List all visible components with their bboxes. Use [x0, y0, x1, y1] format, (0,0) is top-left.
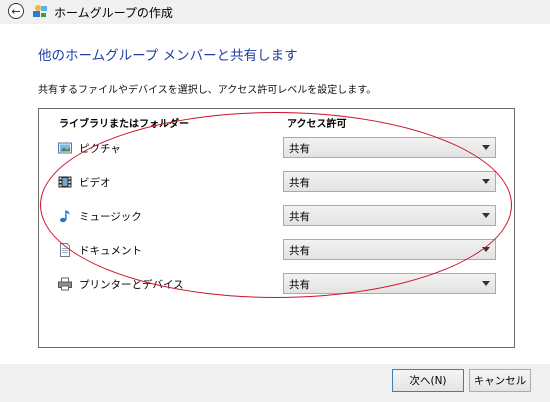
- select-value: 共有: [289, 177, 310, 189]
- title-bar: ← ホームグループの作成: [0, 0, 550, 24]
- share-row-pictures: ピクチャ 共有: [39, 137, 514, 159]
- select-value: 共有: [289, 279, 310, 291]
- row-label: ピクチャ: [79, 143, 121, 155]
- share-row-documents: ドキュメント 共有: [39, 239, 514, 261]
- sharing-list: ライブラリまたはフォルダー アクセス許可 ピクチャ 共有 ビデオ 共有 ミュージ…: [38, 108, 515, 348]
- share-row-videos: ビデオ 共有: [39, 171, 514, 193]
- column-header-library: ライブラリまたはフォルダー: [59, 119, 189, 130]
- access-select-music[interactable]: 共有: [283, 205, 496, 226]
- footer: 次へ(N) キャンセル: [0, 364, 550, 402]
- access-select-videos[interactable]: 共有: [283, 171, 496, 192]
- column-header-access: アクセス許可: [287, 119, 347, 130]
- page-description: 共有するファイルやデバイスを選択し、アクセス許可レベルを設定します。: [38, 85, 377, 96]
- access-select-pictures[interactable]: 共有: [283, 137, 496, 158]
- select-value: 共有: [289, 245, 310, 257]
- window-title: ホームグループの作成: [54, 6, 173, 20]
- row-label: プリンターとデバイス: [79, 279, 184, 291]
- share-row-music: ミュージック 共有: [39, 205, 514, 227]
- row-label: ビデオ: [79, 177, 111, 189]
- music-icon: [60, 210, 70, 223]
- documents-icon: [60, 243, 70, 257]
- share-row-printers: プリンターとデバイス 共有: [39, 273, 514, 295]
- back-button[interactable]: ←: [8, 3, 24, 19]
- homegroup-icon: [33, 5, 47, 17]
- back-arrow-icon: ←: [11, 4, 21, 18]
- select-value: 共有: [289, 143, 310, 155]
- row-label: ドキュメント: [79, 245, 142, 257]
- select-value: 共有: [289, 211, 310, 223]
- printer-icon: [58, 277, 72, 291]
- row-label: ミュージック: [79, 211, 142, 223]
- content-area: 他のホームグループ メンバーと共有します 共有するファイルやデバイスを選択し、ア…: [0, 24, 550, 364]
- chevron-down-icon: [482, 145, 490, 150]
- chevron-down-icon: [482, 281, 490, 286]
- pictures-icon: [58, 142, 72, 154]
- chevron-down-icon: [482, 213, 490, 218]
- access-select-printers[interactable]: 共有: [283, 273, 496, 294]
- access-select-documents[interactable]: 共有: [283, 239, 496, 260]
- cancel-button[interactable]: キャンセル: [469, 369, 531, 392]
- videos-icon: [58, 176, 72, 188]
- page-heading: 他のホームグループ メンバーと共有します: [38, 48, 298, 64]
- next-button[interactable]: 次へ(N): [392, 369, 464, 392]
- chevron-down-icon: [482, 179, 490, 184]
- chevron-down-icon: [482, 247, 490, 252]
